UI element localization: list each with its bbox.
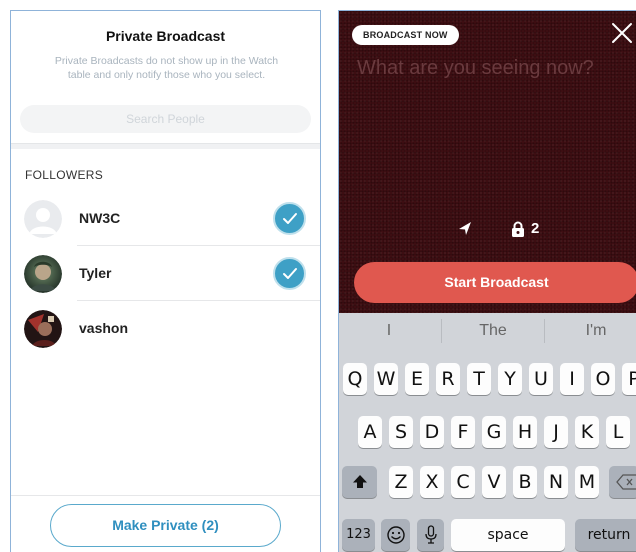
broadcast-title-input[interactable]: What are you seeing now? (357, 57, 594, 80)
page-title: Private Broadcast (105, 28, 226, 44)
suggestion-divider (544, 319, 545, 343)
keyboard: I The I'm Q W E R T Y U I O P A S D F G … (339, 313, 636, 552)
close-icon[interactable] (610, 21, 634, 45)
key-v[interactable]: V (482, 466, 506, 498)
key-f[interactable]: F (451, 416, 475, 448)
follower-row[interactable]: Tyler (11, 246, 320, 301)
follower-row[interactable]: vashon (11, 301, 320, 356)
key-x[interactable]: X (420, 466, 444, 498)
avatar (24, 200, 62, 238)
follower-name: vashon (79, 320, 129, 336)
return-key[interactable]: return (575, 519, 636, 551)
key-p[interactable]: P (622, 363, 636, 395)
section-separator (11, 143, 320, 149)
screenshot-stage: Private Broadcast Private Broadcasts do … (0, 0, 636, 552)
key-l[interactable]: L (606, 416, 630, 448)
key-m[interactable]: M (575, 466, 599, 498)
section-label-followers: FOLLOWERS (25, 168, 104, 182)
private-count: 2 (531, 220, 540, 237)
space-key[interactable]: space (451, 519, 565, 551)
search-people-input[interactable]: Search People (20, 105, 311, 133)
follower-name: NW3C (79, 210, 121, 226)
suggestion-item[interactable]: I (339, 313, 439, 349)
suggestion-item[interactable]: The (443, 313, 543, 349)
shift-key[interactable] (342, 466, 377, 498)
backspace-key[interactable] (609, 466, 636, 498)
avatar (24, 310, 62, 348)
key-o[interactable]: O (591, 363, 615, 395)
key-d[interactable]: D (420, 416, 444, 448)
key-h[interactable]: H (513, 416, 537, 448)
broadcast-now-badge: BROADCAST NOW (352, 25, 459, 45)
start-broadcast-button[interactable]: Start Broadcast (354, 262, 636, 303)
key-u[interactable]: U (529, 363, 553, 395)
broadcast-screen: BROADCAST NOW What are you seeing now? 2… (338, 10, 636, 552)
private-broadcast-screen: Private Broadcast Private Broadcasts do … (10, 10, 321, 552)
footer-divider (11, 495, 320, 496)
lock-icon[interactable] (511, 221, 525, 243)
key-j[interactable]: J (544, 416, 568, 448)
key-e[interactable]: E (405, 363, 429, 395)
numbers-key[interactable]: 123 (342, 519, 375, 551)
key-z[interactable]: Z (389, 466, 413, 498)
suggestion-item[interactable]: I'm (546, 313, 636, 349)
microphone-key[interactable] (417, 519, 444, 551)
key-y[interactable]: Y (498, 363, 522, 395)
key-w[interactable]: W (374, 363, 398, 395)
follower-row[interactable]: NW3C (11, 191, 320, 246)
key-b[interactable]: B (513, 466, 537, 498)
key-g[interactable]: G (482, 416, 506, 448)
key-c[interactable]: C (451, 466, 475, 498)
key-i[interactable]: I (560, 363, 584, 395)
selected-check-icon[interactable] (273, 202, 306, 235)
key-t[interactable]: T (467, 363, 491, 395)
key-n[interactable]: N (544, 466, 568, 498)
key-q[interactable]: Q (343, 363, 367, 395)
avatar (24, 255, 62, 293)
selected-check-icon[interactable] (273, 257, 306, 290)
make-private-button[interactable]: Make Private (2) (50, 504, 281, 547)
description-text: Private Broadcasts do not show up in the… (54, 55, 279, 81)
key-k[interactable]: K (575, 416, 599, 448)
key-a[interactable]: A (358, 416, 382, 448)
follower-name: Tyler (79, 265, 112, 281)
suggestion-divider (441, 319, 442, 343)
key-s[interactable]: S (389, 416, 413, 448)
location-arrow-icon[interactable] (457, 220, 473, 241)
key-r[interactable]: R (436, 363, 460, 395)
emoji-key[interactable] (381, 519, 410, 551)
